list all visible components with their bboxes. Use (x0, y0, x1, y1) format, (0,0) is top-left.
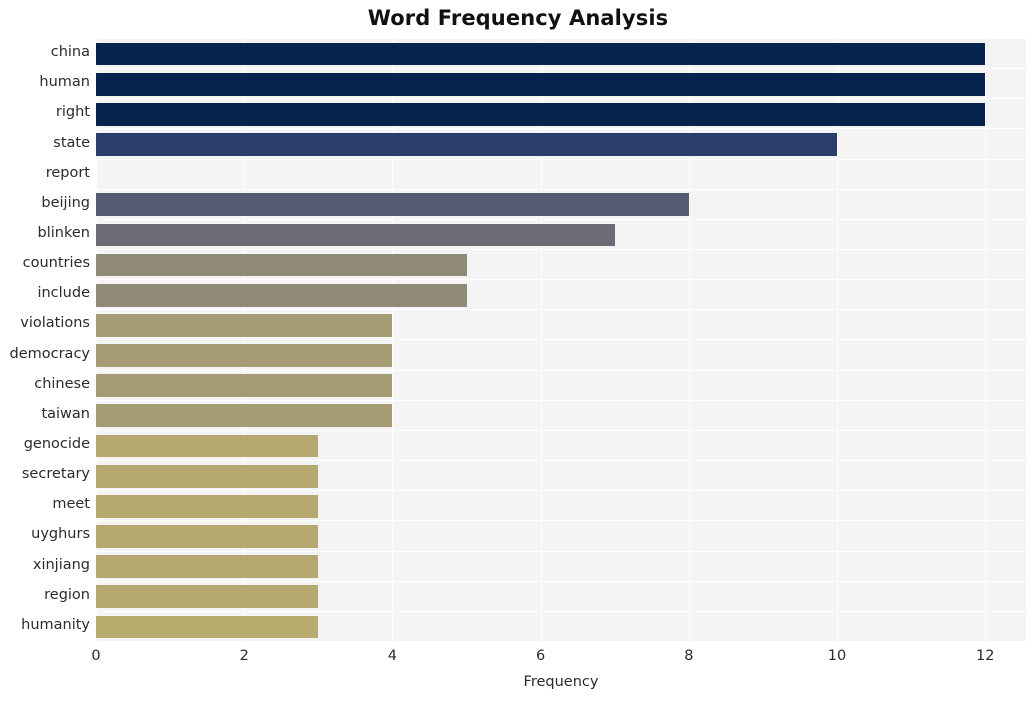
y-tick-label: report (45, 164, 90, 181)
bar-row (96, 250, 1026, 281)
y-tick-label: china (50, 44, 90, 61)
bar-row (96, 190, 1026, 220)
bar-row (96, 491, 1026, 522)
y-tick-label: secretary (21, 466, 90, 483)
bar-row (96, 280, 1026, 311)
y-tick-label: right (55, 104, 90, 121)
y-tick-label: countries (22, 255, 90, 272)
bar-row (96, 341, 1026, 371)
x-axis: 0 2 4 6 8 10 12 (91, 642, 1026, 672)
y-tick-label: beijing (41, 194, 90, 211)
y-tick-label: state (53, 134, 90, 151)
plot-area (96, 39, 1026, 642)
bar[interactable] (96, 555, 319, 578)
y-tick-label: human (39, 74, 90, 91)
bar[interactable] (96, 102, 986, 126)
bar-row (96, 39, 1026, 70)
bar-row (96, 401, 1026, 431)
x-tick-label: 6 (535, 648, 546, 664)
x-tick-label: 2 (239, 648, 249, 664)
x-tick-label: 10 (827, 648, 847, 664)
bar-row (96, 582, 1026, 612)
y-tick-label: violations (20, 315, 90, 332)
x-tick-label: 12 (976, 648, 995, 664)
x-axis-label: Frequency (523, 674, 599, 690)
bar[interactable] (96, 585, 319, 609)
y-tick-label: humanity (21, 616, 90, 633)
bar-row (96, 129, 1026, 160)
y-tick-label: taiwan (41, 405, 90, 422)
bar-row (96, 431, 1026, 462)
chart-title: Word Frequency Analysis (367, 6, 669, 30)
bar[interactable] (96, 133, 838, 156)
bar-row (96, 521, 1026, 552)
bar[interactable] (96, 163, 763, 186)
bar[interactable] (96, 494, 319, 518)
y-tick-label: genocide (23, 436, 90, 453)
bar[interactable] (96, 72, 986, 96)
bar-row (96, 371, 1026, 401)
y-tick-label: uyghurs (31, 526, 90, 543)
bar[interactable] (96, 283, 467, 307)
y-tick-label: blinken (37, 224, 90, 241)
bar[interactable] (96, 42, 986, 66)
bar[interactable] (96, 525, 319, 548)
bar-row (96, 552, 1026, 582)
bar[interactable] (96, 314, 393, 337)
bar[interactable] (96, 374, 393, 398)
bar-row (96, 461, 1026, 492)
bar[interactable] (96, 615, 319, 639)
bar-row (96, 99, 1026, 130)
y-tick-label: xinjiang (32, 556, 90, 573)
bar[interactable] (96, 253, 467, 277)
y-axis: china human right state report beijing blinken… (0, 39, 91, 642)
y-tick-label: meet (52, 496, 90, 513)
bar[interactable] (96, 223, 615, 247)
bar[interactable] (96, 464, 319, 488)
y-tick-label: region (44, 586, 90, 603)
x-tick-label: 8 (684, 648, 694, 664)
bar[interactable] (96, 404, 393, 428)
bar[interactable] (96, 434, 319, 458)
y-tick-label: chinese (34, 375, 90, 392)
y-tick-label: include (37, 285, 90, 302)
x-tick-label: 4 (387, 648, 398, 664)
bar[interactable] (96, 193, 689, 217)
bar-row (96, 69, 1026, 100)
y-tick-label: democracy (9, 345, 91, 362)
bar[interactable] (96, 344, 393, 367)
bar-row (96, 220, 1026, 251)
bar-row (96, 612, 1026, 642)
x-tick-label: 0 (91, 648, 101, 664)
bar-row (96, 310, 1026, 341)
chart-figure: Word Frequency Analysis china human right s… (0, 0, 1036, 701)
bar-row (96, 160, 1026, 190)
